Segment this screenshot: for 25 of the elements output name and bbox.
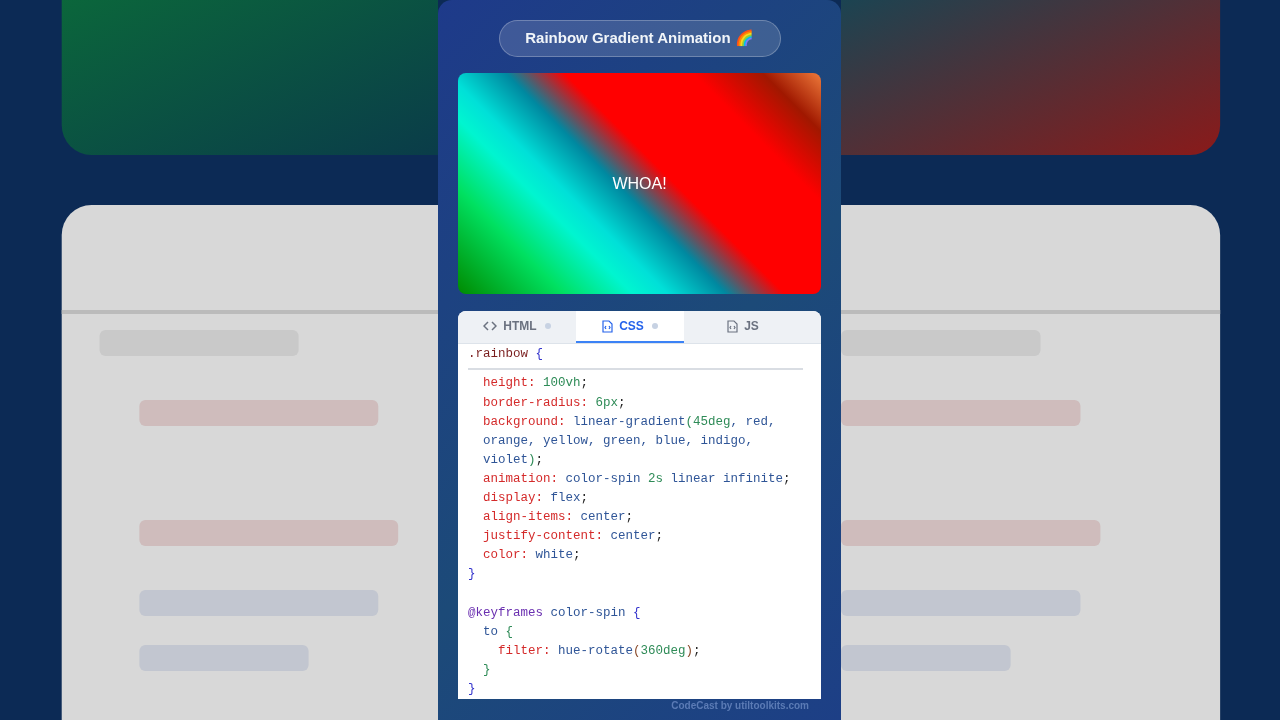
code-line: filter: hue-rotate(360deg); [497, 642, 702, 660]
code-line: @keyframes color-spin { [468, 604, 642, 622]
editor-tab[interactable]: JS [684, 311, 802, 344]
file-icon [602, 319, 614, 333]
code-line: } [468, 680, 477, 698]
code-line: border-radius: 6px; [482, 394, 627, 412]
code-line: justify-content: center; [482, 528, 665, 546]
editor-tab[interactable]: HTML [458, 311, 576, 344]
file-icon [727, 319, 739, 333]
code-line: animation: color-spin 2s linear infinite; [482, 470, 792, 488]
code-line: } [482, 661, 492, 679]
code-line: color: white; [482, 547, 582, 565]
editor-tab[interactable]: CSS [576, 311, 684, 344]
code-line: display: flex; [482, 489, 590, 507]
credit-text: CodeCast by utiltoolkits.com [670, 699, 810, 713]
code-line: background: linear-gradient(45deg, red, [482, 413, 777, 431]
code-line: align-items: center; [482, 509, 635, 527]
code-line: violet); [482, 451, 545, 469]
code-line: } [468, 566, 477, 584]
code-line: orange, yellow, green, blue, indigo, [482, 432, 755, 450]
title-pill: Rainbow Gradient Animation 🌈 [498, 20, 781, 57]
code-icon [483, 320, 498, 333]
sticky-code-line: .rainbow { [468, 344, 803, 371]
code-line: height: 100vh; [482, 375, 590, 393]
code-line: to { [482, 623, 515, 641]
